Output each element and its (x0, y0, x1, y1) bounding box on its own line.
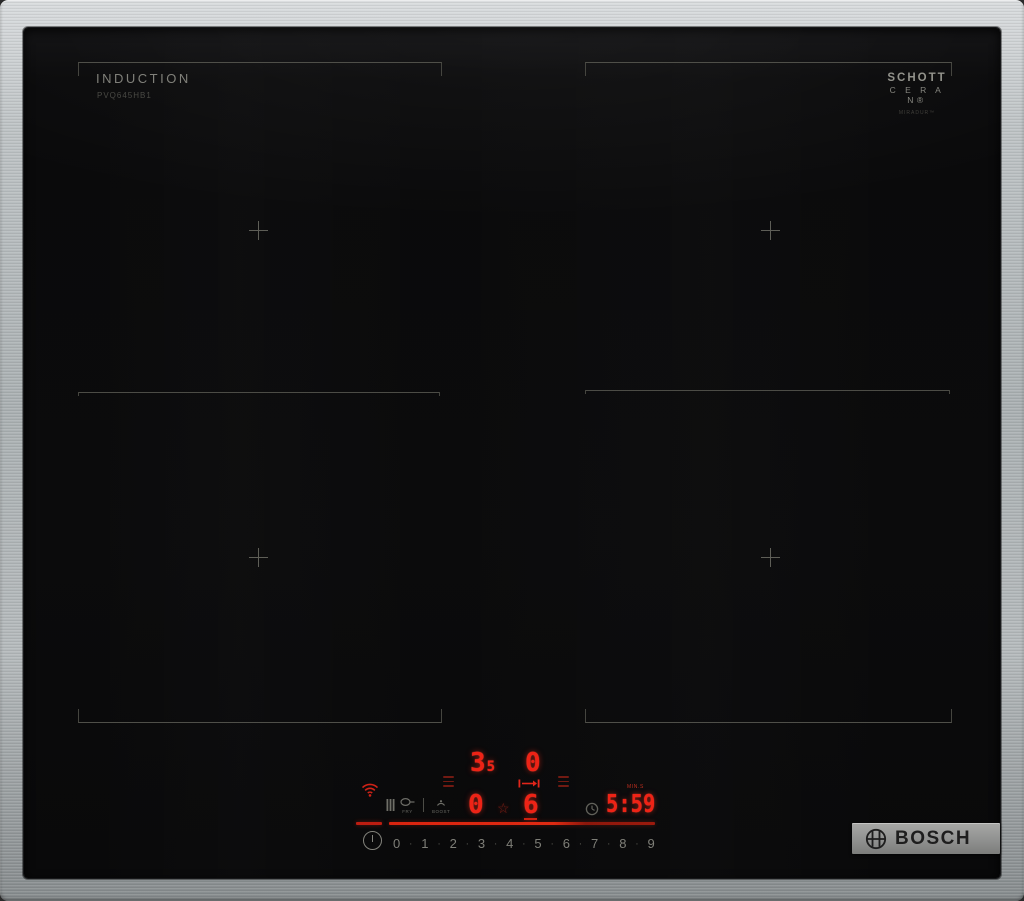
level-key-6[interactable]: 6 (563, 836, 570, 851)
front-left-level: 0 (468, 790, 484, 820)
level-key-7[interactable]: 7 (591, 836, 598, 851)
front-right-level: 6 (523, 790, 539, 820)
bosch-wordmark: BOSCH (895, 827, 972, 849)
level-key-5[interactable]: 5 (534, 836, 541, 851)
pan-bars-icon (386, 798, 395, 812)
back-right-level: 0 (525, 748, 541, 778)
induction-label: INDUCTION (96, 71, 191, 86)
boost-key[interactable]: BOOST (432, 798, 450, 814)
fry-sensor-key[interactable]: FRY (400, 798, 415, 814)
level-key-3[interactable]: 3 (478, 836, 485, 851)
zone-center-cross-front-right (761, 548, 780, 567)
level-key-9[interactable]: 9 (648, 836, 655, 851)
ceran-line: C E R A N® (889, 85, 945, 105)
schott-ceran-logo: SCHOTT C E R A N® MIRADUR™ (878, 72, 956, 116)
level-separator: · (522, 837, 526, 850)
display-front-right: 6 (523, 792, 539, 818)
schott-line: SCHOTT (887, 72, 947, 84)
level-key-0[interactable]: 0 (393, 836, 400, 851)
display-back-left: 35 (470, 750, 495, 776)
level-separator: · (493, 837, 498, 850)
level-key-1[interactable]: 1 (421, 836, 428, 851)
bosch-anchor-icon (865, 828, 887, 849)
level-separator: · (578, 837, 583, 850)
zone-center-cross-back-left (249, 221, 268, 240)
bridge-zone-icon (518, 779, 540, 788)
level-separator: · (408, 837, 413, 850)
zone-bracket-front-right (585, 709, 952, 723)
sensor-key-cluster: FRY BOOST (386, 798, 450, 814)
level-separator: · (550, 837, 554, 850)
favorite-star-icon[interactable]: ☆ (497, 801, 510, 815)
clock-icon[interactable] (585, 802, 599, 816)
level-separator: · (635, 837, 639, 850)
boost-label: BOOST (432, 809, 451, 814)
zone-center-cross-back-right (761, 221, 780, 240)
wifi-icon[interactable] (361, 783, 379, 797)
key-divider (423, 798, 424, 812)
power-level-slider[interactable]: 0 · 1 · 2 · 3 · 4 · 5 · 6 · 7 · 8 · 9 (393, 836, 655, 851)
level-key-8[interactable]: 8 (619, 836, 626, 851)
model-number: PVQ645HB1 (97, 91, 152, 100)
zone-bracket-front-left (78, 709, 442, 723)
power-button[interactable] (363, 831, 382, 850)
level-separator: · (437, 837, 441, 850)
zone-divider-left (78, 392, 440, 396)
zone-divider-right (585, 390, 950, 394)
boost-icon (437, 800, 446, 806)
zone-center-cross-front-left (249, 548, 268, 567)
level-separator: · (465, 837, 470, 850)
level-separator: · (606, 837, 611, 850)
bosch-badge: BOSCH (852, 823, 1000, 854)
display-front-left: 0 (468, 792, 484, 818)
ceramic-glass-surface: INDUCTION PVQ645HB1 SCHOTT C E R A N® MI… (24, 28, 1000, 878)
miradur-subtext: MIRADUR™ (898, 110, 936, 116)
induction-hob: INDUCTION PVQ645HB1 SCHOTT C E R A N® MI… (0, 0, 1024, 901)
zone-select-indicator-left (443, 776, 454, 787)
level-key-4[interactable]: 4 (506, 836, 513, 851)
frying-pan-icon (400, 798, 415, 806)
timer-display: 5:59 (606, 789, 656, 818)
back-left-level-decimal: 5 (486, 759, 496, 775)
fry-sensor-label: FRY (402, 809, 413, 814)
level-slider-line[interactable] (389, 822, 655, 825)
back-left-level: 3 (470, 748, 486, 778)
front-right-select-underline (524, 818, 537, 820)
level-key-2[interactable]: 2 (450, 836, 457, 851)
power-key-underline (356, 822, 382, 825)
zone-select-indicator-right (558, 776, 569, 787)
display-back-right: 0 (525, 750, 541, 776)
